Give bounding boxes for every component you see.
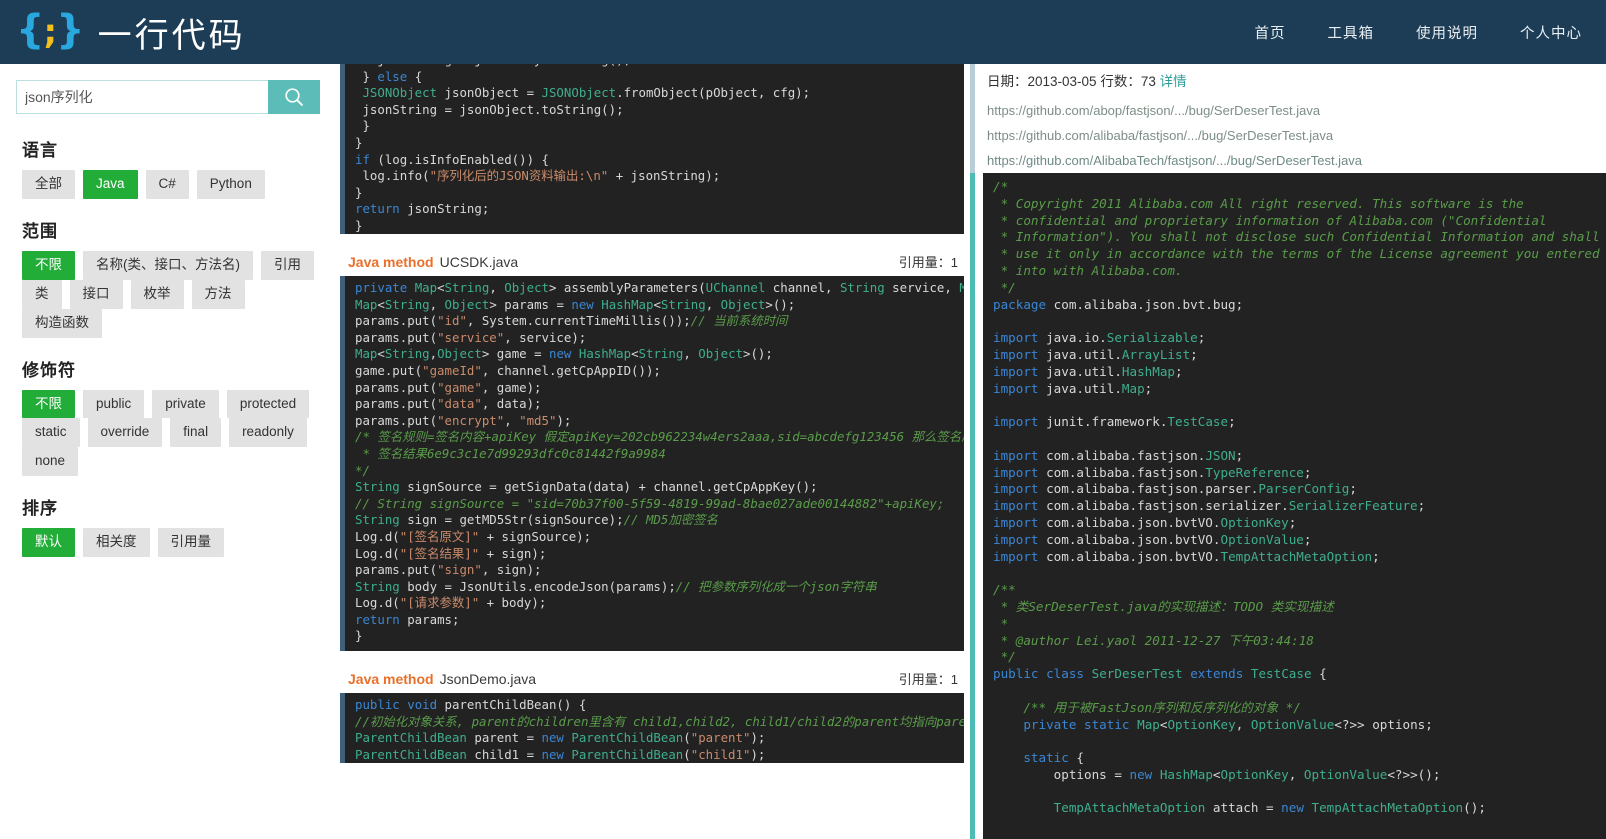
chip-引用量[interactable]: 引用量 <box>157 528 224 557</box>
chip-final[interactable]: final <box>170 418 222 448</box>
preview-code[interactable]: /* * Copyright 2011 Alibaba.com All righ… <box>983 173 1606 839</box>
nav-help[interactable]: 使用说明 <box>1416 22 1478 43</box>
preview-column: 日期：2013-03-05 行数：73 详情 https://github.co… <box>970 64 1606 839</box>
chip-protected[interactable]: protected <box>226 389 310 419</box>
logo-brace-icon: {;} <box>16 7 85 53</box>
facet-scope-title: 范围 <box>22 221 58 241</box>
chip-构造函数[interactable]: 构造函数 <box>22 308 102 338</box>
search-row <box>16 80 320 114</box>
facet-modifier: 修饰符 不限 public private protected static overrid… <box>16 356 320 477</box>
result-item: jsonString = jsonMrray.toString(); } els… <box>340 64 964 234</box>
source-link[interactable]: https://github.com/alibaba/fastjson/.../… <box>987 123 1606 148</box>
facet-language-title: 语言 <box>22 141 58 160</box>
meta-lines-label: 行数： <box>1100 74 1141 89</box>
logo-text: 一行代码 <box>97 15 246 56</box>
file-meta: 日期：2013-03-05 行数：73 详情 <box>970 64 1606 98</box>
chip-row: 不限 public private protected <box>16 389 320 419</box>
chip-全部[interactable]: 全部 <box>22 170 75 199</box>
logo[interactable]: {;} 一行代码 <box>0 8 246 57</box>
result-header: Java method UCSDK.java 引用量：1 <box>340 248 964 276</box>
chip-接口[interactable]: 接口 <box>69 279 123 309</box>
filters-sidebar: 语言全部JavaC#Python范围不限名称(类、接口、方法名)引用类接口枚举方… <box>0 64 336 839</box>
search-input[interactable] <box>16 80 268 114</box>
facet-list: 语言 全部 Java C# Python 范围 不限 名称(类、接口、方法名) 引用类接口 枚举方… <box>16 136 320 557</box>
search-icon <box>285 88 303 106</box>
search-button[interactable] <box>268 80 320 114</box>
chip-public[interactable]: public <box>83 389 145 419</box>
chip-row: static override final readonly <box>16 418 320 448</box>
facet-sort-title: 排序 <box>22 499 58 519</box>
chip-row: 类接口 枚举 方法 <box>16 279 320 309</box>
chip-row: 不限 名称(类、接口、方法名) 引用 <box>16 250 320 280</box>
site-header: {;} 一行代码 首页 工具箱 使用说明 个人中心 <box>0 0 1606 64</box>
chip-默认[interactable]: 默认 <box>22 528 75 557</box>
result-title: Java method UCSDK.java <box>348 254 518 270</box>
source-link[interactable]: https://github.com/AlibabaTech/fastjson/… <box>987 148 1606 173</box>
page-body: 语言全部JavaC#Python范围不限名称(类、接口、方法名)引用类接口枚举方… <box>0 64 1606 839</box>
result-file[interactable]: UCSDK.java <box>440 254 519 270</box>
nav-profile[interactable]: 个人中心 <box>1520 22 1582 43</box>
result-header: Java method JsonDemo.java 引用量：1 <box>340 665 964 693</box>
chip-none[interactable]: none <box>22 447 79 477</box>
result-citations: 引用量：1 <box>898 255 958 270</box>
result-file[interactable]: JsonDemo.java <box>440 671 537 687</box>
chip-readonly[interactable]: readonly <box>229 418 307 448</box>
result-code[interactable]: public void parentChildBean() { //初始化对象关… <box>340 693 964 764</box>
meta-date-value: 2013-03-05 <box>1027 74 1097 89</box>
chip-引用[interactable]: 引用 <box>261 250 314 280</box>
chip-row: 全部 Java C# Python <box>16 170 320 199</box>
results-column: jsonString = jsonMrray.toString(); } els… <box>336 64 970 839</box>
nav-toolbox[interactable]: 工具箱 <box>1328 22 1375 43</box>
chip-static[interactable]: static <box>22 418 80 448</box>
result-list: jsonString = jsonMrray.toString(); } els… <box>340 64 964 764</box>
facet-modifier-title: 修饰符 <box>22 360 76 380</box>
chip-类[interactable]: 类 <box>22 279 62 309</box>
source-links: https://github.com/abop/fastjson/.../bug… <box>970 98 1606 173</box>
chip-row: 默认 相关度 引用量 <box>16 528 320 557</box>
chip-Java[interactable]: Java <box>83 170 138 199</box>
chip-相关度[interactable]: 相关度 <box>83 528 150 557</box>
preview-code-wrap: /* * Copyright 2011 Alibaba.com All righ… <box>970 173 1606 839</box>
result-code[interactable]: jsonString = jsonMrray.toString(); } els… <box>340 64 964 234</box>
meta-lines-value: 73 <box>1140 74 1156 89</box>
chip-C#[interactable]: C# <box>145 170 189 199</box>
chip-方法[interactable]: 方法 <box>191 279 245 309</box>
result-kind: Java method <box>348 254 434 270</box>
chip-private[interactable]: private <box>152 389 219 419</box>
meta-date-label: 日期： <box>987 74 1028 89</box>
chip-名称(类、接口、方法名)[interactable]: 名称(类、接口、方法名) <box>83 250 253 280</box>
result-citations: 引用量：1 <box>898 672 958 688</box>
facet-sort: 排序默认 相关度 引用量 <box>16 494 320 557</box>
result-code[interactable]: private Map<String, Object> assemblyPara… <box>340 276 964 652</box>
facet-scope: 范围 不限 名称(类、接口、方法名) 引用类接口 枚举 方法 构造函数 <box>16 217 320 338</box>
result-item: Java method JsonDemo.java 引用量：1 public void… <box>340 665 964 764</box>
nav-home[interactable]: 首页 <box>1255 22 1286 43</box>
chip-Python[interactable]: Python <box>196 170 265 199</box>
main-nav: 首页 工具箱 使用说明 个人中心 <box>1255 0 1583 64</box>
chip-row: 构造函数 <box>16 308 320 338</box>
result-item: Java method UCSDK.java 引用量：1 private Map<St… <box>340 248 964 652</box>
chip-row: none <box>16 447 320 477</box>
result-title: Java method JsonDemo.java <box>348 671 536 687</box>
source-link[interactable]: https://github.com/abop/fastjson/.../bug… <box>987 98 1606 123</box>
chip-override[interactable]: override <box>87 418 163 448</box>
result-kind: Java method <box>348 671 434 688</box>
chip-枚举[interactable]: 枚举 <box>130 279 184 309</box>
detail-link[interactable]: 详情 <box>1160 74 1187 89</box>
chip-不限[interactable]: 不限 <box>22 389 75 419</box>
chip-不限[interactable]: 不限 <box>22 250 75 280</box>
facet-language: 语言全部 Java C# Python <box>16 136 320 199</box>
